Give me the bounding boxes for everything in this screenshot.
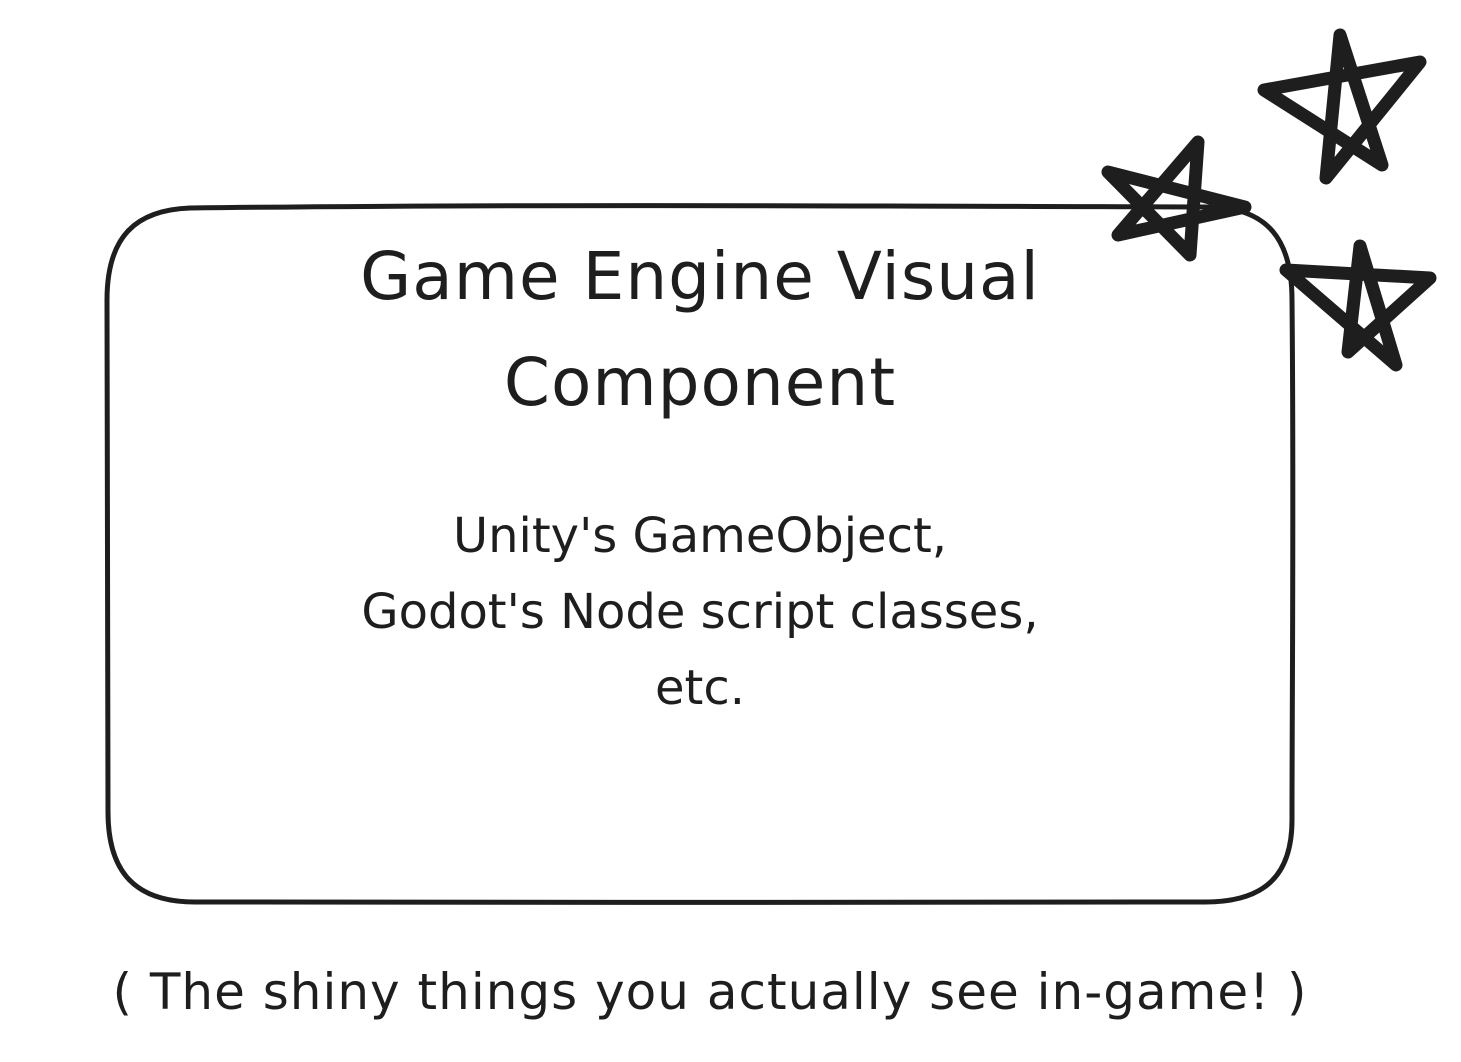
component-title: Game Engine Visual Component (360, 238, 1040, 421)
caption-text: ( The shiny things you actually see in-g… (112, 963, 1308, 1021)
component-card-content: Game Engine Visual Component Unity's Gam… (110, 210, 1290, 726)
component-description: Unity's GameObject, Godot's Node script … (361, 508, 1039, 716)
